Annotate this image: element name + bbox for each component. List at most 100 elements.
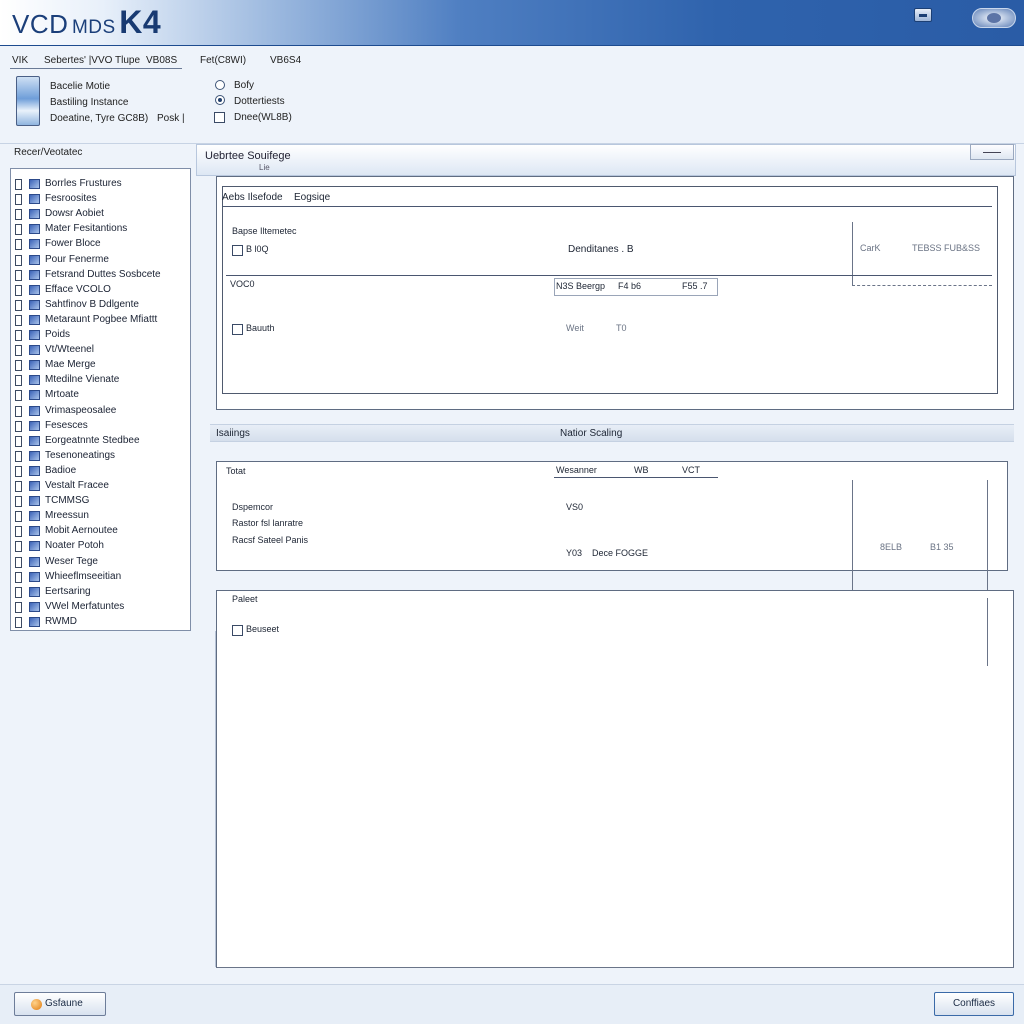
- sidebar-item[interactable]: Poids: [15, 328, 187, 342]
- sidebar-item[interactable]: Mreessun: [15, 509, 187, 523]
- sidebar-item[interactable]: Eertsaring: [15, 585, 187, 599]
- tree-expander-icon[interactable]: [15, 224, 22, 236]
- sidebar-item[interactable]: Badioe: [15, 464, 187, 478]
- sidebar-item-label: Dowsr Aobiet: [45, 208, 104, 220]
- tree-expander-icon[interactable]: [15, 179, 22, 190]
- panel-settings-value-1: VS0: [566, 502, 584, 512]
- panel-config-cell-a: N3S Beergp: [556, 281, 606, 291]
- tree-expander-icon[interactable]: [15, 239, 22, 251]
- tree-expander-icon[interactable]: [15, 360, 22, 372]
- panel-config-checkbox-1-label: B l0Q: [246, 244, 269, 254]
- tree-expander-icon[interactable]: [15, 269, 22, 281]
- app-title: VCD MDS K4: [12, 4, 161, 41]
- sidebar-item[interactable]: Sahtfinov B Ddlgente: [15, 298, 187, 312]
- panel-config-right-a: CarK: [860, 243, 881, 253]
- sidebar-item[interactable]: Vt/Wteenel: [15, 343, 187, 357]
- sidebar-tree[interactable]: Borrles Frustures Fesroosites Dowsr Aobiet…: [10, 168, 191, 631]
- sidebar-item[interactable]: Vestalt Fracee: [15, 479, 187, 493]
- sidebar-item[interactable]: Weser Tege: [15, 555, 187, 569]
- tree-expander-icon[interactable]: [15, 481, 22, 492]
- module-icon: [29, 224, 40, 235]
- option-radio-2[interactable]: [215, 95, 225, 105]
- module-icon: [29, 254, 40, 265]
- panel-config-header-line: [222, 206, 992, 207]
- continue-button[interactable]: Conffiaes: [934, 992, 1014, 1016]
- sidebar-item-label: Mobit Aernoutee: [45, 525, 118, 537]
- tree-expander-icon[interactable]: [15, 496, 22, 508]
- panel-product-label: Paleet: [232, 594, 258, 604]
- sidebar-item-label: Vestalt Fracee: [45, 480, 109, 491]
- sidebar-item[interactable]: Mobit Aernoutee: [15, 524, 187, 538]
- sidebar-item[interactable]: Mtedilne Vienate: [15, 373, 187, 387]
- sidebar-item-label: Pour Fenerme: [45, 253, 109, 265]
- tab-collapse-button[interactable]: [970, 144, 1014, 160]
- sidebar-item-label: Fetsrand Duttes Sosbcete: [45, 268, 161, 280]
- tree-expander-icon[interactable]: [15, 390, 22, 402]
- sidebar-item-label: Mrtoate: [45, 389, 79, 401]
- sidebar-item[interactable]: Dowsr Aobiet: [15, 207, 187, 221]
- sidebar-item[interactable]: Tesenoneatings: [15, 449, 187, 463]
- tree-expander-icon[interactable]: [15, 330, 22, 341]
- brand-logo-icon[interactable]: [972, 8, 1016, 28]
- sidebar-item[interactable]: Fesesces: [15, 419, 187, 433]
- tree-expander-icon[interactable]: [15, 299, 22, 311]
- tree-expander-icon[interactable]: [15, 586, 22, 598]
- sidebar-item[interactable]: Pour Fenerme: [15, 253, 187, 267]
- panel-config-checkbox-1[interactable]: [232, 245, 243, 256]
- sidebar-item-label: Noater Potoh: [45, 540, 104, 552]
- back-button[interactable]: Gsfaune: [14, 992, 106, 1016]
- tree-expander-icon[interactable]: [15, 209, 22, 221]
- option-radio-1[interactable]: [215, 80, 225, 90]
- sidebar-item[interactable]: Vrimaspeosalee: [15, 404, 187, 418]
- sidebar-item[interactable]: Mrtoate: [15, 388, 187, 402]
- sidebar-item[interactable]: Eorgeatnnte Stedbee: [15, 434, 187, 448]
- sidebar-item[interactable]: Borrles Frustures: [15, 177, 187, 191]
- vehicle-post: Posk |: [156, 113, 185, 124]
- sidebar-item-label: Efface VCOLO: [45, 283, 111, 295]
- module-icon: [29, 405, 40, 416]
- sidebar-item-label: Mater Fesitantions: [45, 223, 128, 235]
- sidebar-item[interactable]: Efface VCOLO: [15, 283, 187, 297]
- tree-expander-icon[interactable]: [15, 465, 22, 477]
- app-title-vcd: VCD: [12, 9, 69, 39]
- tree-expander-icon[interactable]: [15, 420, 22, 432]
- tree-expander-icon[interactable]: [15, 254, 22, 266]
- tree-expander-icon[interactable]: [15, 405, 22, 417]
- tree-expander-icon[interactable]: [15, 284, 22, 296]
- panel-product-checkbox[interactable]: [232, 625, 243, 636]
- tree-expander-icon[interactable]: [15, 571, 22, 583]
- sidebar-item[interactable]: TCMMSG: [15, 494, 187, 508]
- tree-expander-icon[interactable]: [15, 345, 22, 357]
- sidebar-item-label: Metaraunt Pogbee Mfiattt: [45, 313, 158, 325]
- tree-expander-icon[interactable]: [15, 450, 22, 462]
- tree-expander-icon[interactable]: [15, 601, 22, 613]
- sidebar-item[interactable]: Fetsrand Duttes Sosbcete: [15, 268, 187, 282]
- module-icon: [29, 284, 40, 295]
- sidebar-item[interactable]: Metaraunt Pogbee Mfiattt: [15, 313, 187, 327]
- sidebar-item[interactable]: VWel Merfatuntes: [15, 600, 187, 614]
- sidebar-item[interactable]: RWMD: [15, 615, 187, 629]
- tree-expander-icon[interactable]: [15, 556, 22, 568]
- tree-expander-icon[interactable]: [15, 526, 22, 538]
- sidebar-item[interactable]: Mater Fesitantions: [15, 222, 187, 236]
- sidebar-item[interactable]: Mae Merge: [15, 358, 187, 372]
- sidebar-item[interactable]: Fower Bloce: [15, 237, 187, 251]
- tree-expander-icon[interactable]: [15, 435, 22, 447]
- tree-expander-icon[interactable]: [15, 314, 22, 326]
- sidebar-item[interactable]: Whieeflmseeitian: [15, 570, 187, 584]
- panel-config-checkbox-2[interactable]: [232, 324, 243, 335]
- sidebar-item[interactable]: Fesroosites: [15, 192, 187, 206]
- sidebar-item[interactable]: Noater Potoh: [15, 539, 187, 553]
- sidebar-item-label: Mreessun: [45, 510, 89, 522]
- module-icon: [29, 420, 40, 431]
- module-icon: [29, 481, 40, 491]
- minimize-button[interactable]: [914, 8, 932, 22]
- tree-expander-icon[interactable]: [15, 541, 22, 553]
- option-checkbox-3[interactable]: [214, 112, 225, 123]
- module-icon: [29, 314, 40, 325]
- tree-expander-icon[interactable]: [15, 511, 22, 523]
- main-tab-header[interactable]: Uebrtee Souifege Lie: [196, 144, 1016, 176]
- tree-expander-icon[interactable]: [15, 375, 22, 387]
- tree-expander-icon[interactable]: [15, 194, 22, 206]
- tree-expander-icon[interactable]: [15, 616, 22, 628]
